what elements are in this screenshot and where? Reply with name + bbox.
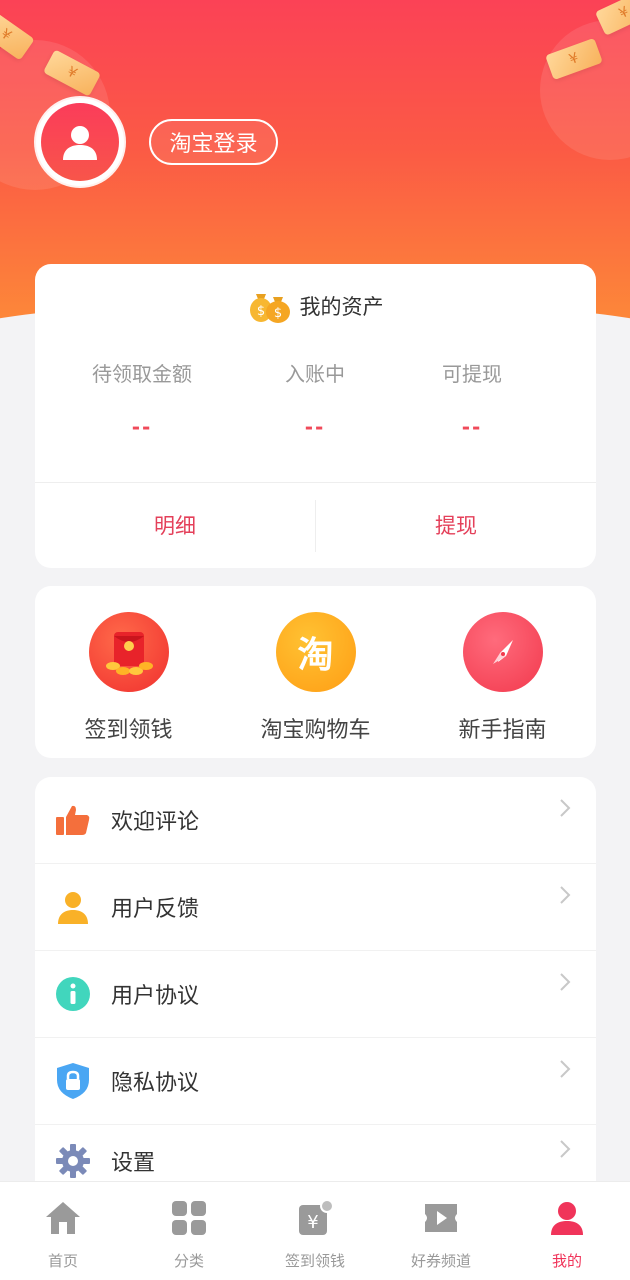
chevron-right-icon [560,886,571,904]
gear-icon [55,1143,91,1179]
shortcuts-card: 签到领钱 淘 淘宝购物车 新手指南 [35,586,596,758]
taobao-login-button[interactable]: 淘宝登录 [149,119,278,165]
asset-value: -- [461,415,483,439]
money-bag-icon: $ $ [249,294,290,323]
user-icon [55,889,91,925]
asset-label: 可提现 [442,362,502,386]
thumbs-up-icon [55,802,91,838]
tab-coupons[interactable]: 好券频道 [378,1182,504,1280]
grid-icon [169,1198,209,1238]
asset-crediting: 入账中 -- [225,358,405,439]
tab-home[interactable]: 首页 [0,1182,126,1280]
menu-label: 设置 [111,1151,156,1176]
shortcut-label: 签到领钱 [84,718,173,743]
shortcut-checkin[interactable]: 签到领钱 [35,612,222,744]
lock-shield-icon [55,1063,91,1099]
shortcut-guide[interactable]: 新手指南 [409,612,596,744]
settings-menu: 欢迎评论 用户反馈 用户协议 隐私协议 设置 [35,777,596,1197]
tab-label: 我的 [551,1252,582,1270]
profile-icon [547,1198,587,1238]
avatar[interactable] [36,98,124,186]
tab-checkin[interactable]: ¥ 签到领钱 [252,1182,378,1280]
tab-label: 签到领钱 [284,1252,345,1270]
shortcut-label: 淘宝购物车 [260,718,371,743]
taobao-icon: 淘 [275,612,356,692]
menu-item-privacy[interactable]: 隐私协议 [35,1038,596,1124]
svg-text:$: $ [273,306,281,321]
asset-label: 待领取金额 [92,362,192,386]
bottom-tab-bar: 首页 分类 ¥ 签到领钱 好券频道 我的 [0,1181,630,1280]
tab-label: 分类 [173,1252,204,1270]
chevron-right-icon [560,1140,571,1158]
video-ticket-icon [421,1198,461,1238]
tab-label: 好券频道 [410,1252,471,1270]
asset-label: 入账中 [285,362,345,386]
shortcut-taobao-cart[interactable]: 淘 淘宝购物车 [222,612,409,744]
tab-category[interactable]: 分类 [126,1182,252,1280]
info-icon [55,976,91,1012]
svg-text:¥: ¥ [307,1212,318,1233]
withdraw-button[interactable]: 提现 [316,482,596,568]
tab-label: 首页 [47,1252,78,1270]
menu-item-feedback[interactable]: 用户反馈 [35,864,596,950]
chevron-right-icon [560,1060,571,1078]
compass-icon [462,612,543,692]
assets-title-text: 我的资产 [299,295,384,319]
red-envelope-icon [88,612,169,692]
my-assets-card: $ $ 我的资产 待领取金额 -- 入账中 -- 可提现 -- 明细 提现 [35,264,596,568]
home-icon [43,1198,83,1238]
asset-value: -- [131,415,153,439]
shortcut-label: 新手指南 [458,718,547,743]
coupon-yen-icon: ¥ [295,1198,335,1238]
taobao-glyph: 淘 [297,635,334,676]
chevron-right-icon [560,799,571,817]
menu-label: 欢迎评论 [111,810,200,835]
menu-item-comments[interactable]: 欢迎评论 [35,777,596,863]
menu-label: 隐私协议 [111,1071,200,1096]
assets-title: $ $ 我的资产 [35,286,596,326]
asset-withdrawable: 可提现 -- [382,358,562,439]
tab-mine[interactable]: 我的 [504,1182,630,1280]
asset-value: -- [304,415,326,439]
chevron-right-icon [560,973,571,991]
menu-item-user-agreement[interactable]: 用户协议 [35,951,596,1037]
detail-button[interactable]: 明细 [35,482,315,568]
asset-pending: 待领取金额 -- [52,358,232,439]
menu-label: 用户协议 [111,984,200,1009]
menu-label: 用户反馈 [111,897,200,922]
user-silhouette-icon [63,126,97,160]
svg-text:$: $ [256,304,264,319]
